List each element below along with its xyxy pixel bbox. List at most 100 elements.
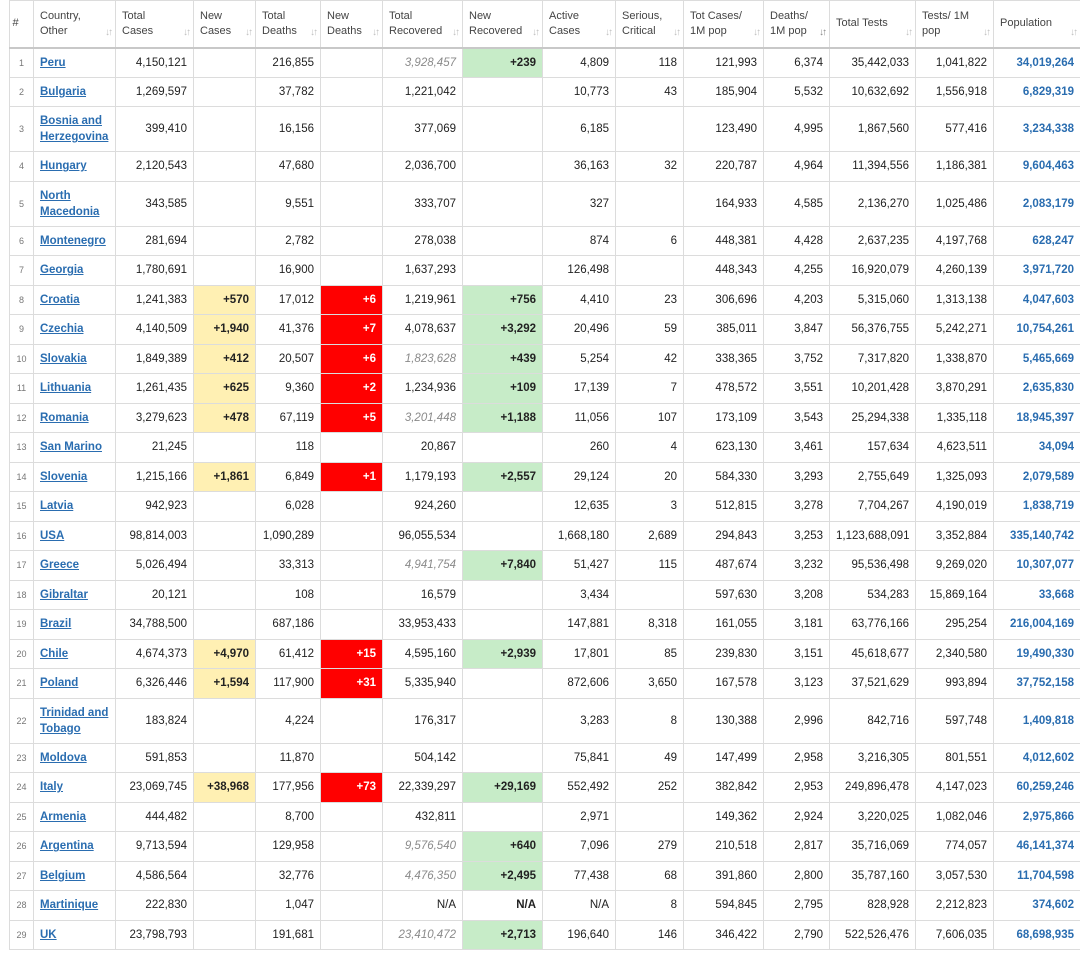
population-link[interactable]: 4,047,603	[1023, 294, 1074, 306]
population-link[interactable]: 3,971,720	[1023, 264, 1074, 276]
country-link[interactable]: Armenia	[40, 811, 86, 823]
population-link[interactable]: 46,141,374	[1016, 840, 1074, 852]
country-link[interactable]: Gibraltar	[40, 589, 88, 601]
population-link[interactable]: 10,754,261	[1016, 323, 1074, 335]
column-header-total-deaths[interactable]: Total Deaths ↓↑	[255, 0, 321, 49]
population-link[interactable]: 18,945,397	[1016, 412, 1074, 424]
country-link[interactable]: Moldova	[40, 752, 87, 764]
population-link[interactable]: 11,704,598	[1017, 870, 1074, 882]
population-link[interactable]: 19,490,330	[1016, 648, 1074, 660]
sort-arrows-icon[interactable]: ↓↑	[310, 25, 318, 40]
column-header-tot-cases-1m[interactable]: Tot Cases/ 1M pop ↓↑	[683, 0, 764, 49]
cell-total-cases: 281,694	[115, 225, 194, 256]
sort-arrows-icon[interactable]: ↓↑	[905, 25, 913, 40]
country-link[interactable]: Argentina	[40, 840, 94, 852]
covid-stats-table: # Country, Other ↓↑ Total Cases ↓↑ New Cases ↓…	[9, 0, 1080, 950]
sort-arrows-icon[interactable]: ↓↑	[819, 25, 827, 40]
country-link[interactable]: Georgia	[40, 264, 83, 276]
country-link[interactable]: Hungary	[40, 160, 87, 172]
population-link[interactable]: 216,004,169	[1010, 618, 1074, 630]
column-header-serious-critical[interactable]: Serious, Critical ↓↑	[615, 0, 684, 49]
country-link[interactable]: USA	[40, 530, 64, 542]
country-link[interactable]: Slovenia	[40, 471, 87, 483]
sort-arrows-icon[interactable]: ↓↑	[1070, 25, 1078, 40]
country-link[interactable]: Belgium	[40, 870, 85, 882]
column-header-new-recovered[interactable]: New Recovered ↓↑	[462, 0, 543, 49]
sort-arrows-icon[interactable]: ↓↑	[532, 25, 540, 40]
population-link[interactable]: 2,079,589	[1023, 471, 1074, 483]
country-link[interactable]: Bulgaria	[40, 86, 86, 98]
column-header-country[interactable]: Country, Other ↓↑	[33, 0, 116, 49]
country-link[interactable]: Slovakia	[40, 353, 87, 365]
population-link[interactable]: 335,140,742	[1010, 530, 1074, 542]
country-link[interactable]: Lithuania	[40, 382, 91, 394]
country-link[interactable]: Romania	[40, 412, 89, 424]
population-link[interactable]: 34,094	[1039, 441, 1074, 453]
cell-total-tests: 828,928	[829, 890, 916, 921]
country-link[interactable]: Chile	[40, 648, 68, 660]
sort-arrows-icon[interactable]: ↓↑	[245, 25, 253, 40]
cell-tot-cases-1m: 123,490	[683, 106, 764, 152]
population-link[interactable]: 10,307,077	[1016, 559, 1074, 571]
column-header-total-tests[interactable]: Total Tests ↓↑	[829, 0, 916, 49]
country-link[interactable]: Croatia	[40, 294, 80, 306]
cell-population: 11,704,598	[993, 860, 1080, 891]
population-link[interactable]: 3,234,338	[1023, 123, 1074, 135]
column-header-total-cases[interactable]: Total Cases ↓↑	[115, 0, 194, 49]
column-header-deaths-1m[interactable]: Deaths/ 1M pop ↓↑	[763, 0, 830, 49]
population-link[interactable]: 68,698,935	[1016, 929, 1074, 941]
population-link[interactable]: 2,975,866	[1023, 811, 1074, 823]
cell-new-recovered: +2,939	[462, 638, 543, 669]
population-link[interactable]: 374,602	[1032, 899, 1074, 911]
country-link[interactable]: Greece	[40, 559, 79, 571]
country-link[interactable]: Latvia	[40, 500, 73, 512]
column-header-new-cases[interactable]: New Cases ↓↑	[193, 0, 256, 49]
sort-arrows-icon[interactable]: ↓↑	[183, 25, 191, 40]
country-link[interactable]: Martinique	[40, 899, 98, 911]
population-link[interactable]: 60,259,246	[1016, 781, 1074, 793]
population-link[interactable]: 2,635,830	[1023, 382, 1074, 394]
country-link[interactable]: Montenegro	[40, 235, 106, 247]
population-link[interactable]: 1,838,719	[1023, 500, 1074, 512]
column-header-tests-1m[interactable]: Tests/ 1M pop ↓↑	[915, 0, 994, 49]
country-link[interactable]: Trinidad and Tobago	[40, 707, 108, 735]
cell-total-cases: 1,241,383	[115, 284, 194, 315]
population-link[interactable]: 5,465,669	[1023, 353, 1074, 365]
column-header-active-cases[interactable]: Active Cases ↓↑	[542, 0, 616, 49]
population-link[interactable]: 33,668	[1039, 589, 1074, 601]
cell-total-deaths: 16,156	[255, 106, 321, 152]
country-link[interactable]: Italy	[40, 781, 63, 793]
population-link[interactable]: 37,752,158	[1016, 677, 1074, 689]
sort-arrows-icon[interactable]: ↓↑	[673, 25, 681, 40]
column-header-num[interactable]: #	[9, 0, 34, 49]
sort-arrows-icon[interactable]: ↓↑	[452, 25, 460, 40]
population-link[interactable]: 628,247	[1032, 235, 1074, 247]
cell-total-deaths: 177,956	[255, 772, 321, 803]
sort-arrows-icon[interactable]: ↓↑	[372, 25, 380, 40]
cell-deaths-1m: 2,795	[763, 890, 830, 921]
sort-arrows-icon[interactable]: ↓↑	[605, 25, 613, 40]
population-link[interactable]: 2,083,179	[1023, 198, 1074, 210]
cell-serious-critical: 3,650	[615, 668, 684, 699]
population-link[interactable]: 4,012,602	[1023, 752, 1074, 764]
population-link[interactable]: 9,604,463	[1023, 160, 1074, 172]
column-header-total-recovered[interactable]: Total Recovered ↓↑	[382, 0, 463, 49]
population-link[interactable]: 6,829,319	[1023, 86, 1074, 98]
country-link[interactable]: UK	[40, 929, 57, 941]
country-link[interactable]: Brazil	[40, 618, 71, 630]
column-header-population[interactable]: Population ↓↑	[993, 0, 1080, 49]
country-link[interactable]: Poland	[40, 677, 78, 689]
country-link[interactable]: Bosnia and Herzegovina	[40, 115, 108, 143]
sort-arrows-icon[interactable]: ↓↑	[105, 25, 113, 40]
cell-population: 1,409,818	[993, 697, 1080, 744]
population-link[interactable]: 1,409,818	[1023, 715, 1074, 727]
cell-new-recovered	[462, 697, 543, 744]
sort-arrows-icon[interactable]: ↓↑	[753, 25, 761, 40]
column-header-new-deaths[interactable]: New Deaths ↓↑	[320, 0, 383, 49]
population-link[interactable]: 34,019,264	[1016, 57, 1074, 69]
country-link[interactable]: Czechia	[40, 323, 83, 335]
country-link[interactable]: Peru	[40, 57, 66, 69]
country-link[interactable]: San Marino	[40, 441, 102, 453]
country-link[interactable]: North Macedonia	[40, 190, 99, 218]
sort-arrows-icon[interactable]: ↓↑	[983, 25, 991, 40]
